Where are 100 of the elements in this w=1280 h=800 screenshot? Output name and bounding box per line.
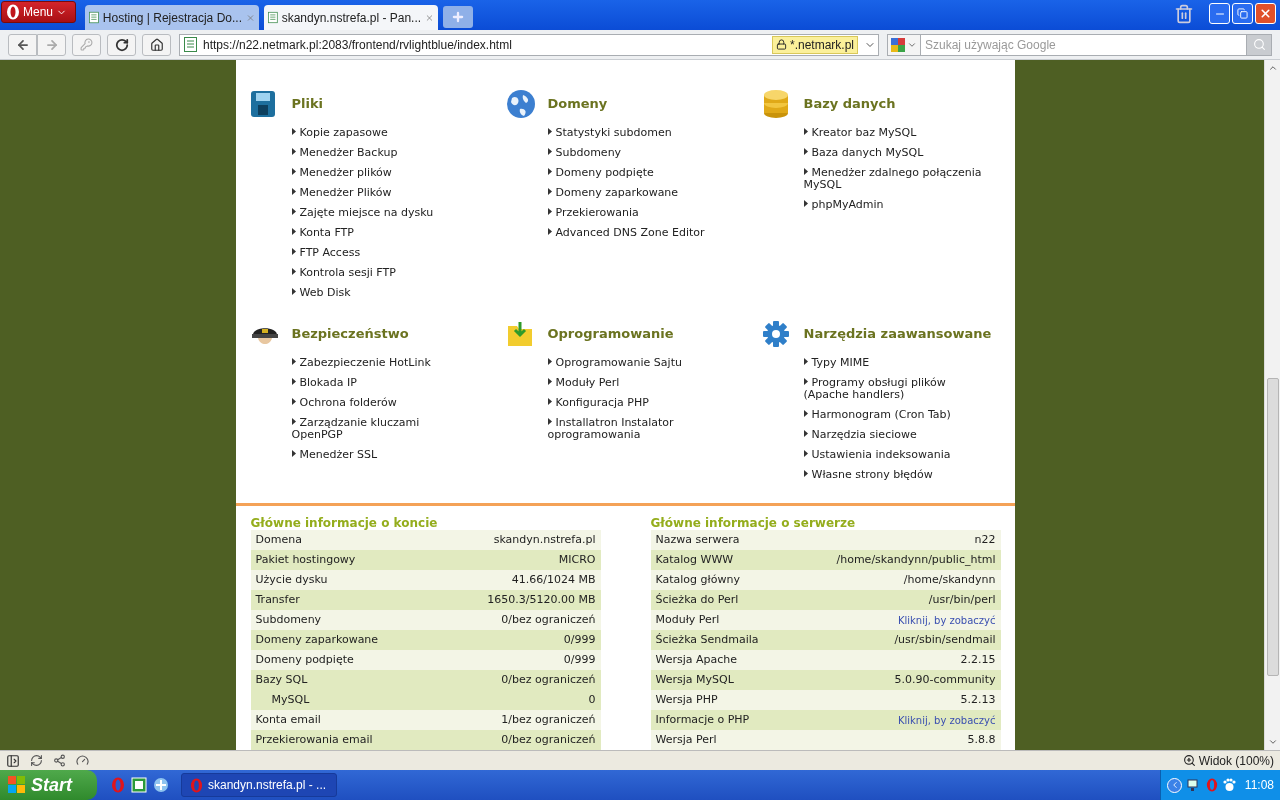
bullet-icon [291,357,296,365]
section-link[interactable]: Własne strony błędów [803,468,986,481]
taskbar-task[interactable]: skandyn.nstrefa.pl - ... [181,773,337,797]
minimize-button[interactable] [1209,3,1230,24]
search-field[interactable]: Szukaj używając Google [921,33,1246,56]
close-button[interactable] [1255,3,1276,24]
section-link[interactable]: Blokada IP [291,376,457,389]
url-text: https://n22.netmark.pl:2083/frontend/rvlightblue/index.html [203,36,513,54]
new-tab-button[interactable] [443,6,473,28]
details-link[interactable]: Kliknij, by zobaczyć [897,712,996,728]
sync-icon[interactable] [30,754,43,767]
search-engine-button[interactable] [887,33,921,56]
reload-icon [114,37,129,52]
section-link[interactable]: Programy obsługi plików (Apache handlers) [803,376,986,401]
value-cell-text: 0/bez ograniczeń [501,671,596,688]
browser-tab[interactable]: Hosting | Rejestracja Do... [85,5,259,30]
label-cell-text: Wersja MySQL [655,671,734,688]
section-link[interactable]: Ustawienia indeksowania [803,448,986,461]
bullet-icon [291,268,296,275]
bullet-icon [547,377,552,385]
section-link[interactable]: Installatron Instalator oprogramowania [547,416,713,441]
bullet-icon [547,148,552,155]
label-cell-text: Bazy SQL [255,671,308,688]
share-icon[interactable] [53,754,66,767]
section-link[interactable]: Domeny zaparkowane [547,187,713,199]
section-link[interactable]: Subdomeny [547,147,713,159]
bullet-icon [291,188,296,195]
label-cell-text: Transfer [255,591,300,608]
bullet-icon [291,377,296,385]
section-link[interactable]: Advanced DNS Zone Editor [547,227,713,239]
section-link[interactable]: Menedżer Backup [291,147,457,159]
section-link[interactable]: Typy MIME [803,356,986,369]
close-icon [1259,7,1272,20]
certificate-badge[interactable]: *.netmark.pl [771,35,858,54]
section-link[interactable]: Statystyki subdomen [547,127,713,139]
label-cell-text: Informacje o PHP [655,711,750,728]
section-link[interactable]: Narzędzia sieciowe [803,428,986,441]
section-title: Oprogramowanie [547,325,674,344]
section-link[interactable]: Domeny podpięte [547,167,713,179]
section-link[interactable]: Ochrona folderów [291,396,457,409]
zoom-icon [1182,754,1196,767]
search-button[interactable] [1246,33,1272,56]
home-button[interactable] [142,33,171,56]
bullet-icon [291,168,296,175]
value-cell-text: n22 [974,531,996,548]
bullet-icon [803,168,808,175]
back-button[interactable] [8,33,37,56]
section-link[interactable]: Zajęte miejsce na dysku [291,207,457,219]
scrollbar[interactable] [1264,60,1280,750]
label-cell-text: Nazwa serwera [655,531,740,548]
value-cell-text: MICRO [558,551,596,568]
value-cell-text: 1650.3/5120.00 MB [487,591,596,608]
bullet-icon [803,357,808,365]
paw-icon[interactable] [1223,778,1236,792]
label-cell-text: Wersja Apache [655,651,738,668]
address-field[interactable]: https://n22.netmark.pl:2083/frontend/rvlightblue/index.html *.netmark.pl [179,33,879,56]
section-title: Bazy danych [803,95,896,114]
restore-button[interactable] [1232,3,1253,24]
section-link[interactable]: Menedżer SSL [291,448,457,461]
menu-button[interactable]: Menu [1,1,76,23]
scroll-down-icon [1267,737,1278,747]
section-link[interactable]: Web Disk [291,287,457,299]
section-link[interactable]: Menedżer Plików [291,187,457,199]
browser-tab[interactable]: skandyn.nstrefa.pl - Pan... [264,5,438,30]
section-link[interactable]: Konta FTP [291,227,457,239]
section-link[interactable]: Kontrola sesji FTP [291,267,457,279]
section-link[interactable]: Kreator baz MySQL [803,127,986,139]
value-cell-text: 0/bez ograniczeń [501,731,596,748]
opera-icon [190,777,203,793]
reload-button[interactable] [107,33,136,56]
section-link[interactable]: Menedżer plików [291,167,457,179]
section-link[interactable]: Oprogramowanie Sajtu [547,356,713,369]
section-link[interactable]: Przekierowania [547,207,713,219]
value-cell-text: /usr/sbin/sendmail [894,631,996,648]
start-button[interactable]: Start [0,770,97,800]
scrollbar-thumb[interactable] [1266,378,1279,676]
section-link[interactable]: phpMyAdmin [803,199,986,211]
gear-icon [761,319,790,348]
section-link[interactable]: FTP Access [291,247,457,259]
network-icon[interactable] [1187,778,1201,792]
section-link[interactable]: Harmonogram (Cron Tab) [803,408,986,421]
section-link[interactable]: Moduły Perl [547,376,713,389]
section-link[interactable]: Menedżer zdalnego połączenia MySQL [803,167,986,191]
value-cell-text: 0/999 [563,631,596,648]
gauge-icon[interactable] [76,754,89,767]
section-link[interactable]: Zarządzanie kluczami OpenPGP [291,416,457,441]
zoom-control[interactable]: Widok (100%) [1182,751,1274,770]
bullet-icon [803,200,808,207]
section-link[interactable]: Konfiguracja PHP [547,396,713,409]
details-link[interactable]: Kliknij, by zobaczyć [897,612,996,628]
browser-icon[interactable] [153,777,169,793]
section-link[interactable]: Baza danych MySQL [803,147,986,159]
section-link[interactable]: Zabezpieczenie HotLink [291,356,457,369]
value-cell-text: 41.66/1024 MB [511,571,596,588]
panel-icon[interactable] [6,753,20,768]
app-icon[interactable] [131,777,147,793]
folder-icon [505,319,534,348]
section-link[interactable]: Kopie zapasowe [291,127,457,139]
label-cell-text: Ścieżka Sendmaila [655,631,759,648]
section-title: Bezpieczeństwo [291,325,409,344]
